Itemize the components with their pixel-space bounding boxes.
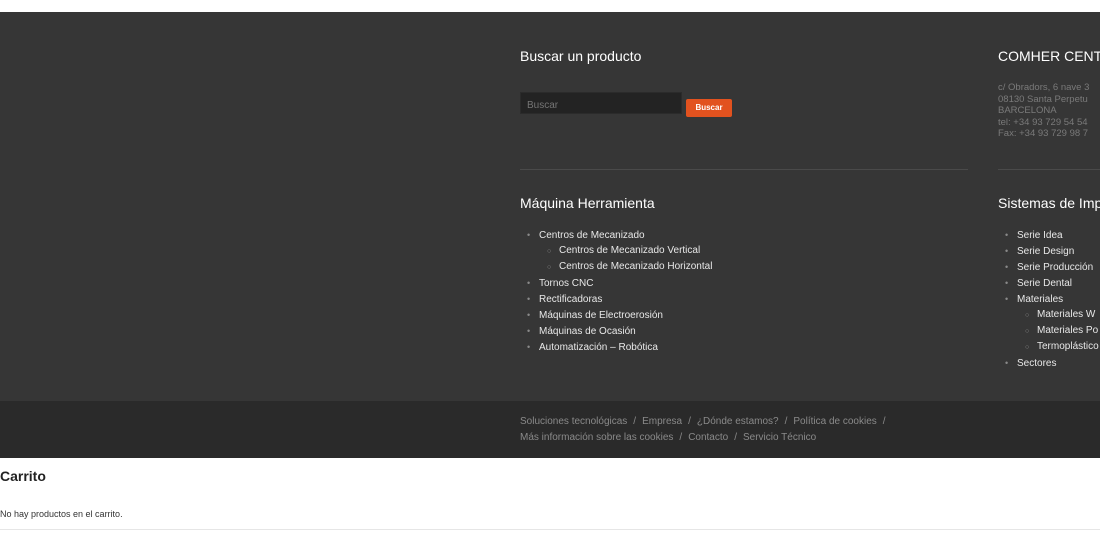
bottom-nav: Soluciones tecnológicas / Empresa / ¿Dónde e…	[520, 414, 892, 446]
bullet-icon: •	[527, 342, 531, 352]
address-line: 08130 Santa Perpetu	[998, 93, 1088, 105]
bullet-icon: •	[527, 310, 531, 320]
menu-item[interactable]: • Serie Idea	[1005, 227, 1099, 243]
menu-item[interactable]: • Automatización – Robótica	[527, 339, 712, 355]
menu-item[interactable]: • Rectificadoras	[527, 291, 712, 307]
menu-item[interactable]: • Sectores	[1005, 355, 1099, 371]
submenu-item[interactable]: ○ Materiales W	[1005, 307, 1099, 323]
bullet-icon: •	[1005, 358, 1009, 368]
menu-item[interactable]: • Máquinas de Ocasión	[527, 323, 712, 339]
divider	[520, 169, 968, 170]
circle-bullet-icon: ○	[547, 264, 552, 271]
menu-item[interactable]: • Tornos CNC	[527, 275, 712, 291]
menu-item[interactable]: • Serie Design	[1005, 243, 1099, 259]
address-line: c/ Obradors, 6 nave 3	[998, 82, 1090, 93]
bottom-nav-line: Soluciones tecnológicas / Empresa / ¿Dónde e…	[520, 416, 886, 427]
circle-bullet-icon: ○	[1025, 344, 1030, 351]
submenu-item[interactable]: ○ Centros de Mecanizado Vertical	[527, 243, 712, 259]
bullet-icon: •	[527, 230, 531, 240]
menu-item[interactable]: • Centros de Mecanizado	[527, 227, 712, 243]
bullet-icon: •	[527, 278, 531, 288]
divider	[0, 529, 1100, 530]
address-line: BARCELONA	[998, 105, 1057, 116]
menu-item[interactable]: • Máquinas de Electroerosión	[527, 307, 712, 323]
company-widget-title: COMHER CENT	[998, 48, 1100, 64]
link-donde-estamos[interactable]: ¿Dónde estamos?	[697, 416, 779, 427]
link-soluciones[interactable]: Soluciones tecnológicas	[520, 416, 627, 427]
bullet-icon: •	[1005, 262, 1009, 272]
sistemas-widget-title: Sistemas de Imp	[998, 195, 1100, 211]
link-politica-cookies[interactable]: Política de cookies	[793, 416, 876, 427]
search-widget-title: Buscar un producto	[520, 48, 642, 64]
bullet-icon: •	[1005, 294, 1009, 304]
sistemas-menu: • Serie Idea • Serie Design • Serie Producc…	[1005, 227, 1099, 371]
maquina-widget-title: Máquina Herramienta	[520, 195, 655, 211]
divider	[998, 169, 1100, 170]
bullet-icon: •	[527, 294, 531, 304]
address-line: Fax: +34 93 729 98 7	[998, 128, 1089, 139]
link-mas-info-cookies[interactable]: Más información sobre las cookies	[520, 432, 673, 443]
submenu-item[interactable]: ○ Termoplástico	[1005, 339, 1099, 355]
bullet-icon: •	[1005, 230, 1009, 240]
submenu-item[interactable]: ○ Materiales Po	[1005, 323, 1099, 339]
submenu-item[interactable]: ○ Centros de Mecanizado Horizontal	[527, 259, 712, 275]
address-line: tel: +34 93 729 54 54	[998, 116, 1088, 128]
circle-bullet-icon: ○	[547, 248, 552, 255]
menu-item[interactable]: • Serie Producción	[1005, 259, 1099, 275]
company-address: c/ Obradors, 6 nave 3 08130 Santa Perpet…	[998, 82, 1089, 140]
cart-title: Carrito	[0, 468, 46, 484]
link-servicio-tecnico[interactable]: Servicio Técnico	[743, 432, 816, 443]
menu-item[interactable]: • Serie Dental	[1005, 275, 1099, 291]
top-band	[0, 0, 1100, 12]
bullet-icon: •	[1005, 278, 1009, 288]
maquina-menu: • Centros de Mecanizado ○ Centros de Mecan…	[527, 227, 712, 355]
bullet-icon: •	[1005, 246, 1009, 256]
footer-widgets: Buscar un producto Buscar COMHER CENT c/…	[0, 12, 1100, 401]
bullet-icon: •	[527, 326, 531, 336]
menu-item[interactable]: • Materiales	[1005, 291, 1099, 307]
circle-bullet-icon: ○	[1025, 312, 1030, 319]
circle-bullet-icon: ○	[1025, 328, 1030, 335]
link-contacto[interactable]: Contacto	[688, 432, 728, 443]
search-input[interactable]	[520, 92, 682, 114]
search-button[interactable]: Buscar	[686, 99, 732, 117]
link-empresa[interactable]: Empresa	[642, 416, 682, 427]
cart-empty-message: No hay productos en el carrito.	[0, 509, 123, 519]
bottom-nav-line: Más información sobre las cookies / Contac…	[520, 432, 817, 443]
